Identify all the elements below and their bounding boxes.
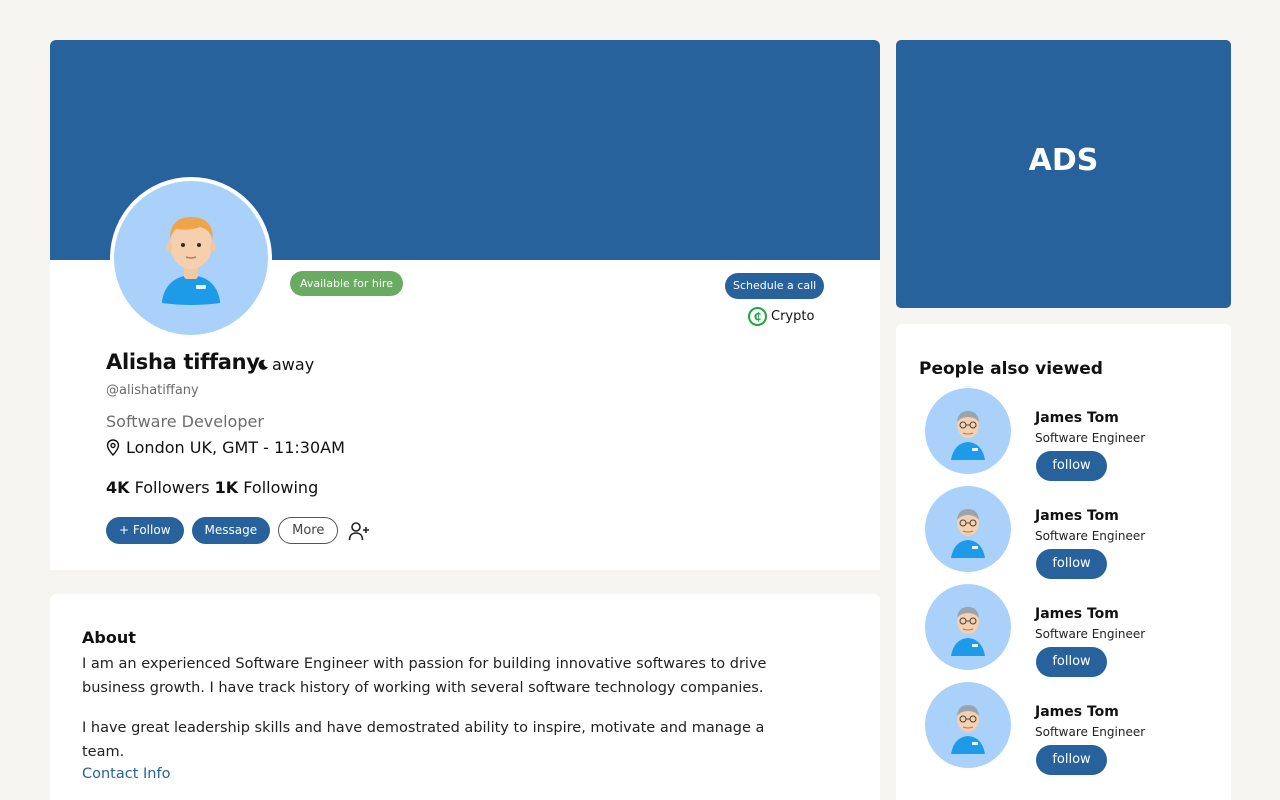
avatar[interactable] [925, 388, 1011, 474]
profile-actions: + Follow Message More [106, 517, 370, 544]
avatar[interactable] [925, 486, 1011, 572]
location-text: London UK, GMT - 11:30AM [126, 438, 345, 457]
presence-status: away [257, 355, 314, 374]
ads-label: ADS [1028, 143, 1099, 178]
list-item: James Tom Software Engineer follow [925, 584, 1225, 677]
profile-name: Alisha tiffany [106, 350, 260, 374]
profile-card: Available for hire Schedule a call ₵ Cry… [50, 40, 880, 570]
message-button[interactable]: Message [191, 517, 271, 544]
person-name[interactable]: James Tom [1035, 410, 1119, 426]
person-role: Software Engineer [1035, 627, 1146, 641]
more-button[interactable]: More [278, 517, 339, 544]
person-name[interactable]: James Tom [1035, 704, 1119, 720]
about-card: About I am an experienced Software Engin… [50, 594, 880, 800]
list-item: James Tom Software Engineer follow [925, 388, 1225, 481]
avatar[interactable] [925, 584, 1011, 670]
person-role: Software Engineer [1035, 529, 1146, 543]
person-follow-button[interactable]: follow [1036, 647, 1107, 677]
person-follow-button[interactable]: follow [1036, 451, 1107, 481]
crypto-coin-icon: ₵ [748, 306, 767, 326]
ads-banner[interactable]: ADS [896, 40, 1231, 308]
followers-label[interactable]: Followers [135, 478, 210, 497]
profile-avatar[interactable] [110, 177, 272, 339]
schedule-call-button[interactable]: Schedule a call [725, 273, 825, 299]
crypto-link[interactable]: ₵ Crypto [748, 306, 814, 326]
about-paragraph-1: I am an experienced Software Engineer wi… [82, 656, 767, 696]
crypto-label: Crypto [771, 308, 815, 324]
profile-job-title: Software Developer [106, 412, 264, 431]
people-heading: People also viewed [919, 359, 1103, 379]
list-item: James Tom Software Engineer follow [925, 682, 1225, 775]
profile-handle: @alishatiffany [106, 383, 199, 398]
follow-stats: 4K Followers 1K Following [106, 478, 318, 497]
avatar[interactable] [925, 682, 1011, 768]
people-also-viewed-card: People also viewed James Tom Software En… [896, 324, 1231, 800]
contact-info-link[interactable]: Contact Info [82, 766, 170, 782]
away-moon-icon [258, 359, 268, 370]
about-heading: About [82, 628, 136, 647]
followers-count: 4K [106, 478, 130, 497]
person-follow-button[interactable]: follow [1036, 549, 1107, 579]
following-count: 1K [214, 478, 239, 497]
presence-status-label: away [272, 355, 315, 374]
location-pin-icon [106, 439, 120, 456]
profile-location: London UK, GMT - 11:30AM [106, 438, 345, 457]
person-follow-button[interactable]: follow [1036, 745, 1107, 775]
follow-button[interactable]: + Follow [106, 517, 184, 544]
following-label[interactable]: Following [243, 478, 318, 497]
person-role: Software Engineer [1035, 431, 1146, 445]
person-role: Software Engineer [1035, 725, 1146, 739]
person-name[interactable]: James Tom [1035, 508, 1119, 524]
available-for-hire-badge: Available for hire [290, 271, 403, 296]
person-name[interactable]: James Tom [1035, 606, 1119, 622]
avatar-illustration [114, 181, 268, 335]
list-item: James Tom Software Engineer follow [925, 486, 1225, 579]
add-user-icon[interactable] [348, 520, 370, 542]
about-paragraph-2: I have great leadership skills and have … [82, 720, 765, 760]
